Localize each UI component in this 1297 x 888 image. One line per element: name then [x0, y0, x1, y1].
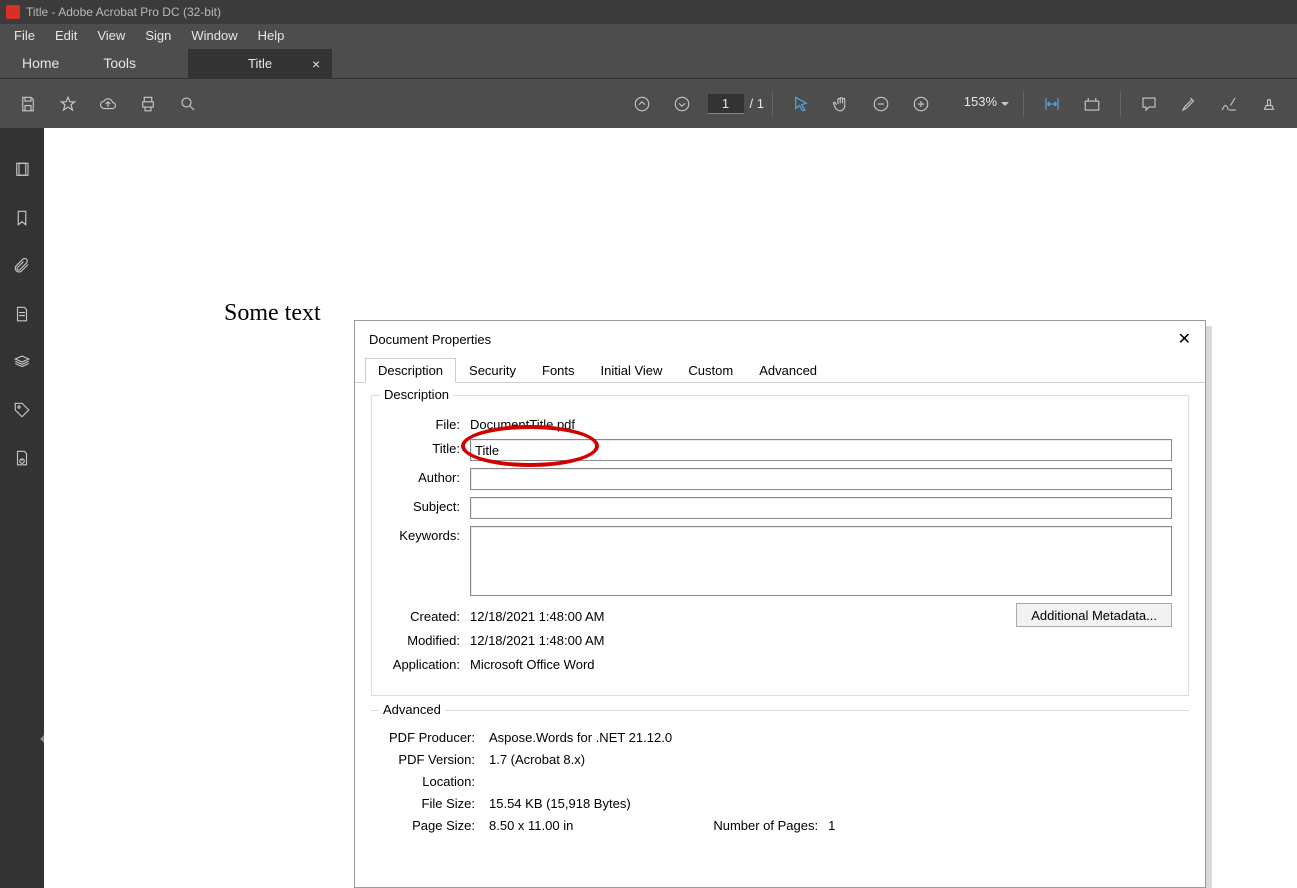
- keywords-label: Keywords:: [388, 526, 470, 543]
- location-label: Location:: [387, 774, 489, 789]
- application-value: Microsoft Office Word: [470, 655, 1172, 672]
- star-icon[interactable]: [51, 87, 85, 121]
- producer-label: PDF Producer:: [387, 730, 489, 745]
- dialog-tabs: Description Security Fonts Initial View …: [355, 357, 1205, 383]
- dialog-title: Document Properties: [369, 332, 491, 347]
- menu-sign[interactable]: Sign: [135, 26, 181, 45]
- menu-view[interactable]: View: [87, 26, 135, 45]
- application-label: Application:: [388, 655, 470, 672]
- thumbnails-icon[interactable]: [7, 155, 37, 185]
- document-tabs: Home Tools Title ×: [0, 46, 1297, 78]
- pagesize-label: Page Size:: [387, 818, 489, 833]
- window-title: Title - Adobe Acrobat Pro DC (32-bit): [26, 5, 221, 19]
- description-group: Description File: DocumentTitle.pdf Titl…: [371, 395, 1189, 696]
- tab-document-label: Title: [248, 56, 272, 71]
- page-number-input[interactable]: [708, 94, 744, 114]
- page-up-icon[interactable]: [625, 87, 659, 121]
- tab-security[interactable]: Security: [456, 358, 529, 383]
- dialog-body: Description File: DocumentTitle.pdf Titl…: [355, 383, 1205, 859]
- attachment-icon[interactable]: [7, 251, 37, 281]
- description-legend: Description: [380, 387, 453, 402]
- layers-icon[interactable]: [7, 347, 37, 377]
- bookmark-icon[interactable]: [7, 203, 37, 233]
- main-toolbar: / 1 153%: [0, 78, 1297, 128]
- tab-home[interactable]: Home: [0, 48, 81, 78]
- page-down-icon[interactable]: [665, 87, 699, 121]
- pagesize-value: 8.50 x 11.00 in: [489, 818, 573, 833]
- window-titlebar: Title - Adobe Acrobat Pro DC (32-bit): [0, 0, 1297, 24]
- hand-tool-icon[interactable]: [824, 87, 858, 121]
- menu-edit[interactable]: Edit: [45, 26, 87, 45]
- tab-document[interactable]: Title ×: [188, 49, 332, 78]
- subject-input[interactable]: [470, 497, 1172, 519]
- cloud-upload-icon[interactable]: [91, 87, 125, 121]
- title-input[interactable]: [470, 439, 1172, 461]
- stamp-icon[interactable]: [1252, 87, 1286, 121]
- menu-file[interactable]: File: [4, 26, 45, 45]
- file-value: DocumentTitle.pdf: [470, 415, 1172, 432]
- filesize-value: 15.54 KB (15,918 Bytes): [489, 796, 631, 811]
- page-navigation: / 1: [702, 94, 764, 114]
- modified-label: Modified:: [388, 631, 470, 648]
- page-icon[interactable]: [7, 299, 37, 329]
- advanced-legend: Advanced: [379, 702, 445, 717]
- dialog-titlebar: Document Properties ✕: [355, 321, 1205, 357]
- comment-icon[interactable]: [1132, 87, 1166, 121]
- close-icon[interactable]: ✕: [1178, 329, 1191, 349]
- advanced-group: Advanced PDF Producer: Aspose.Words for …: [371, 710, 1189, 833]
- zoom-selector[interactable]: 153%: [947, 94, 1009, 114]
- version-label: PDF Version:: [387, 752, 489, 767]
- acrobat-icon: [6, 5, 20, 19]
- numpages-value: 1: [828, 818, 835, 833]
- file-label: File:: [388, 415, 470, 432]
- zoom-in-icon[interactable]: [904, 87, 938, 121]
- document-properties-dialog: Document Properties ✕ Description Securi…: [354, 320, 1206, 888]
- subject-label: Subject:: [388, 497, 470, 514]
- tab-close-icon[interactable]: ×: [312, 56, 320, 72]
- menu-window[interactable]: Window: [181, 26, 247, 45]
- tag-icon[interactable]: [7, 395, 37, 425]
- tab-advanced[interactable]: Advanced: [746, 358, 830, 383]
- sign-icon[interactable]: [1212, 87, 1246, 121]
- tab-fonts[interactable]: Fonts: [529, 358, 588, 383]
- highlight-icon[interactable]: [1172, 87, 1206, 121]
- search-icon[interactable]: [171, 87, 205, 121]
- menu-help[interactable]: Help: [248, 26, 295, 45]
- info-icon[interactable]: [7, 443, 37, 473]
- tab-tools[interactable]: Tools: [81, 48, 158, 78]
- version-value: 1.7 (Acrobat 8.x): [489, 752, 585, 767]
- created-label: Created:: [388, 607, 470, 624]
- print-icon[interactable]: [131, 87, 165, 121]
- tab-description[interactable]: Description: [365, 358, 456, 383]
- zoom-value: 153%: [947, 94, 997, 114]
- producer-value: Aspose.Words for .NET 21.12.0: [489, 730, 672, 745]
- fit-width-icon[interactable]: [1035, 87, 1069, 121]
- keywords-input[interactable]: [470, 526, 1172, 596]
- navigation-rail: [0, 128, 44, 888]
- dropdown-caret-icon: [1001, 102, 1009, 106]
- select-tool-icon[interactable]: [784, 87, 818, 121]
- title-label: Title:: [388, 439, 470, 456]
- author-label: Author:: [388, 468, 470, 485]
- author-input[interactable]: [470, 468, 1172, 490]
- menu-bar: File Edit View Sign Window Help: [0, 24, 1297, 46]
- zoom-out-icon[interactable]: [864, 87, 898, 121]
- tab-custom[interactable]: Custom: [675, 358, 746, 383]
- filesize-label: File Size:: [387, 796, 489, 811]
- numpages-label: Number of Pages:: [713, 818, 818, 833]
- fit-page-icon[interactable]: [1075, 87, 1109, 121]
- modified-value: 12/18/2021 1:48:00 AM: [470, 631, 1172, 648]
- document-body-text: Some text: [224, 300, 321, 327]
- save-icon[interactable]: [11, 87, 45, 121]
- page-total: / 1: [750, 96, 764, 111]
- tab-initial-view[interactable]: Initial View: [588, 358, 676, 383]
- created-value: 12/18/2021 1:48:00 AM: [470, 607, 1172, 624]
